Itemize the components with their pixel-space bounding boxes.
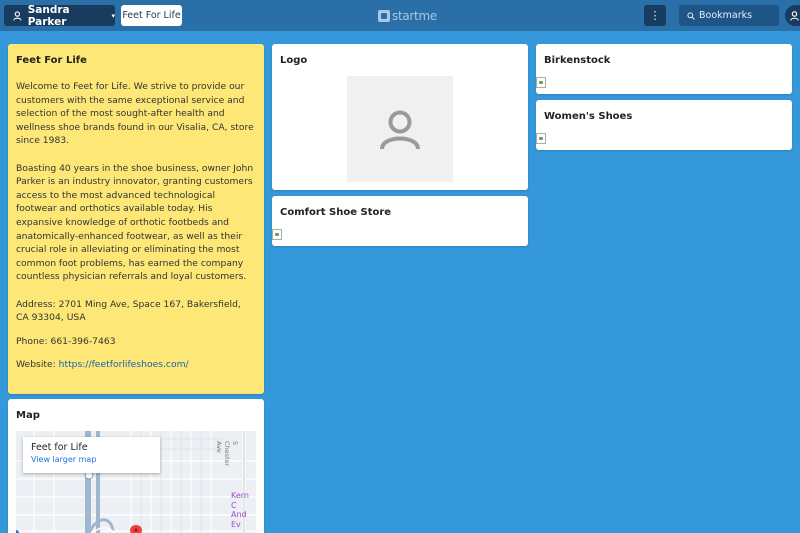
note-website: Website: https://feetforlifeshoes.com/ (16, 358, 256, 372)
user-menu-button[interactable]: Sandra Parker ▾ (4, 3, 115, 28)
startme-logo-icon (378, 9, 390, 22)
logo-image-placeholder (347, 76, 453, 182)
map-place-name: Feet for Life (31, 442, 88, 453)
broken-image-icon (536, 133, 546, 144)
user-name: Sandra Parker (27, 3, 70, 28)
comfort-shoe-store-widget: Comfort Shoe Store (272, 196, 528, 246)
website-link[interactable]: https://feetforlifeshoes.com/ (59, 359, 189, 370)
note-paragraph: Welcome to Feet for Life. We strive to p… (16, 81, 254, 147)
user-placeholder-icon (380, 110, 420, 150)
map-widget: Map Feet for Life View larger map S Ches… (8, 399, 264, 533)
note-phone: Phone: 661-396-7463 (16, 335, 116, 347)
more-menu-button[interactable]: ⋮ (644, 5, 666, 26)
logo-title: Logo (280, 55, 308, 66)
vertical-dots-icon: ⋮ (649, 10, 661, 22)
note-address: Address: 2701 Ming Ave, Space 167, Baker… (16, 298, 241, 324)
account-button[interactable] (785, 5, 800, 26)
chevron-down-icon: ▾ (111, 11, 115, 20)
map-title: Map (16, 410, 40, 421)
note-widget: Feet For Life Welcome to Feet for Life. … (8, 44, 264, 394)
brand-name: startme (392, 8, 437, 23)
map-poi-label-line: And Ev (231, 510, 247, 529)
user-icon (790, 10, 799, 21)
broken-image-icon (272, 229, 282, 240)
page-tab-feet-for-life[interactable]: Feet For Life (121, 5, 182, 26)
birkenstock-widget: Birkenstock (536, 44, 792, 94)
birkenstock-title: Birkenstock (544, 55, 611, 66)
website-prefix: Website: (16, 359, 59, 371)
womens-title: Women's Shoes (544, 111, 633, 122)
logo-widget: Logo (272, 44, 528, 190)
note-paragraph: Boasting 40 years in the shoe business, … (16, 162, 254, 283)
note-body: Welcome to Feet for Life. We strive to p… (16, 80, 256, 385)
map-place-card: Feet for Life View larger map (23, 437, 160, 473)
user-icon (13, 10, 22, 21)
map-street-label: S Chester Ave (215, 441, 239, 467)
search-label: Bookmarks (699, 10, 753, 21)
top-bar: Sandra Parker ▾ Feet For Life startme ⋮ … (0, 0, 800, 31)
comfort-title: Comfort Shoe Store (280, 207, 392, 218)
broken-image-icon (536, 77, 546, 88)
map-poi-label-line: Kern C (231, 491, 249, 510)
note-title: Feet For Life (16, 55, 87, 66)
view-larger-map-link[interactable]: View larger map (31, 455, 152, 464)
search-icon (687, 11, 695, 20)
bookmarks-search-input[interactable]: Bookmarks (679, 5, 779, 26)
startme-logo[interactable]: startme (378, 7, 437, 24)
womens-shoes-widget: Women's Shoes (536, 100, 792, 150)
embedded-map[interactable]: Feet for Life View larger map S Chester … (16, 431, 256, 533)
map-poi-label: Kern C And Ev (231, 491, 256, 529)
